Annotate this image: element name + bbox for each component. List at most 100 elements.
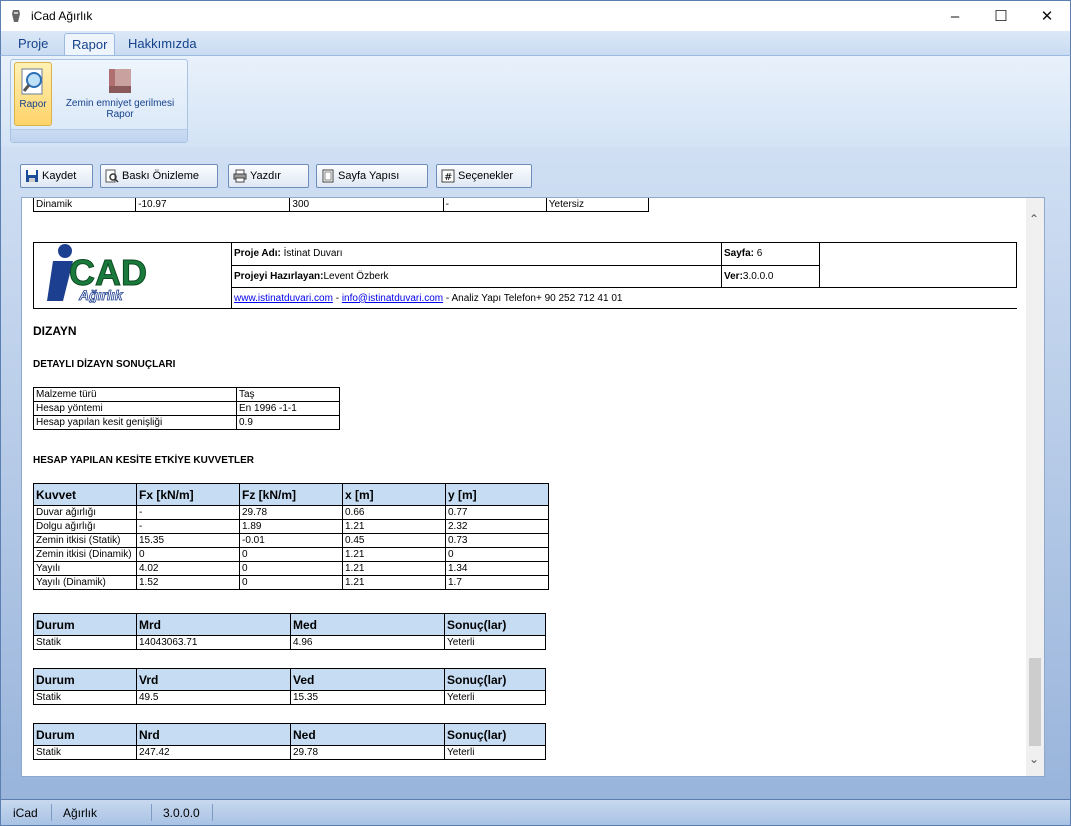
table-cell: Zemin itkisi (Statik): [33, 533, 137, 548]
column-header: Ved: [290, 668, 445, 691]
table-cell: 4.02: [136, 561, 240, 576]
table-cell: -10.97: [135, 198, 291, 212]
ribbon-group-label: [11, 129, 187, 142]
options-icon: #: [441, 169, 455, 183]
table-cell: [819, 241, 1017, 289]
proje-adi-value: İstinat Duvarı: [280, 248, 343, 260]
print-preview-icon: [105, 169, 119, 183]
table-cell: Ver:3.0.0.0: [721, 264, 820, 289]
table-cell: Projeyi Hazırlayan:Levent Özberk: [231, 264, 722, 289]
table-row: Zemin itkisi (Dinamik) 0 0 1.21 0: [33, 547, 549, 562]
table-cell: Yeterli: [444, 745, 546, 760]
scroll-down-icon[interactable]: ⌄: [1029, 752, 1039, 766]
table-cell: Dolgu ağırlığı: [33, 519, 137, 534]
table-row: Statik 49.5 15.35 Yeterli: [33, 690, 546, 705]
table-cell: En 1996 -1-1: [236, 401, 340, 416]
table-cell: 0: [445, 547, 549, 562]
table-row: Yayılı (Dinamik) 1.52 0 1.21 1.7: [33, 575, 549, 590]
tab-rapor[interactable]: Rapor: [64, 33, 116, 55]
scroll-up-icon[interactable]: ⌃: [1029, 212, 1039, 226]
table-cell: 29.78: [239, 505, 343, 520]
table-row: Hesap yöntemi En 1996 -1-1: [33, 401, 340, 416]
table-header-row: Durum Vrd Ved Sonuç(lar): [33, 668, 546, 691]
zemin-rapor-button[interactable]: Zemin emniyet gerilmesi Rapor: [55, 62, 185, 126]
table-row: Hesap yapılan kesit genişliği 0.9: [33, 415, 340, 430]
report-viewer[interactable]: Dinamik -10.97 300 - Yetersiz Proje Adı:…: [21, 197, 1045, 777]
table-row: Dolgu ağırlığı -1.89 1.21 2.32: [33, 519, 549, 534]
table-cell: 29.78: [290, 745, 445, 760]
column-header: Mrd: [136, 613, 291, 636]
sayfa-yapisi-button[interactable]: Sayfa Yapısı: [316, 164, 428, 188]
moment-table: Durum Mrd Med Sonuç(lar) Statik 14043063.…: [33, 613, 546, 650]
secenekler-button[interactable]: # Seçenekler: [436, 164, 532, 188]
contact-sep: -: [332, 292, 342, 304]
column-header: Sonuç(lar): [444, 613, 546, 636]
website-link[interactable]: www.istinatduvari.com: [234, 293, 333, 304]
table-header-row: Durum Nrd Ned Sonuç(lar): [33, 723, 546, 746]
table-cell: Taş: [236, 387, 340, 402]
table-cell: Zemin itkisi (Dinamik): [33, 547, 137, 562]
table-cell: Malzeme türü: [33, 387, 237, 402]
table-row: Yayılı 4.02 0 1.21 1.34: [33, 561, 549, 576]
normal-force-table: Durum Nrd Ned Sonuç(lar) Statik 247.42 29.…: [33, 723, 546, 760]
dizayn-heading: DIZAYN: [33, 324, 77, 338]
vertical-scrollbar[interactable]: ⌃ ⌄: [1026, 198, 1044, 776]
minimize-button[interactable]: –: [932, 1, 978, 31]
report-magnifier-icon: [21, 68, 43, 95]
table-cell: -: [136, 519, 240, 534]
rapor-button[interactable]: Rapor: [14, 62, 52, 126]
printer-icon: [233, 169, 247, 183]
yazdir-button[interactable]: Yazdır: [228, 164, 309, 188]
table-cell: -0.01: [239, 533, 343, 548]
table-cell: 0: [239, 547, 343, 562]
close-button[interactable]: ✕: [1024, 1, 1070, 31]
column-header: Durum: [33, 613, 137, 636]
status-divider: [212, 804, 213, 821]
svg-text:#: #: [444, 172, 452, 183]
status-version: 3.0.0.0: [163, 806, 200, 820]
forces-table: Kuvvet Fx [kN/m] Fz [kN/m] x [m] y [m] D…: [33, 483, 549, 590]
table-cell: 300: [289, 198, 444, 212]
zemin-label-line1: Zemin emniyet gerilmesi: [65, 98, 175, 109]
table-row: Dinamik -10.97 300 - Yetersiz: [32, 198, 650, 212]
table-cell: Yetersiz: [545, 198, 650, 212]
sayfa-label: Sayfa:: [724, 248, 755, 260]
baski-onizleme-button[interactable]: Baskı Önizleme: [100, 164, 218, 188]
table-cell: Yayılı: [33, 561, 137, 576]
table-cell: 1.21: [342, 547, 446, 562]
column-header: y [m]: [445, 483, 549, 506]
table-cell: 0: [239, 575, 343, 590]
ver-value: 3.0.0.0: [742, 271, 774, 283]
ribbon-group-rapor: Rapor Zemin emniyet gerilmesi Rapor: [10, 59, 188, 143]
maximize-button[interactable]: ☐: [978, 1, 1024, 31]
status-divider: [151, 804, 152, 821]
table-cell: 1.7: [445, 575, 549, 590]
table-cell: 15.35: [290, 690, 445, 705]
tab-hakkimizda[interactable]: Hakkımızda: [121, 33, 204, 55]
kaydet-button[interactable]: Kaydet: [20, 164, 93, 188]
table-cell: 4.96: [290, 635, 445, 650]
table-cell: 247.42: [136, 745, 291, 760]
table-row: Proje Adı: İstinat Duvarı Sayfa: 6: [33, 241, 1017, 309]
tab-proje[interactable]: Proje: [11, 33, 55, 55]
column-header: Kuvvet: [33, 483, 137, 506]
contact-cell: www.istinatduvari.com - info@istinatduva…: [231, 287, 1017, 309]
table-cell: 15.35: [136, 533, 240, 548]
table-cell: 0: [136, 547, 240, 562]
table-cell: 49.5: [136, 690, 291, 705]
table-cell: Hesap yöntemi: [33, 401, 237, 416]
prev-page-table: Dinamik -10.97 300 - Yetersiz: [32, 198, 650, 212]
table-cell: 1.89: [239, 519, 343, 534]
table-cell: 1.21: [342, 519, 446, 534]
column-header: Durum: [33, 668, 137, 691]
window-title: iCad Ağırlık: [31, 9, 93, 23]
column-header: Nrd: [136, 723, 291, 746]
status-module: Ağırlık: [63, 806, 98, 820]
ribbon-tabs: Proje Rapor Hakkımızda: [0, 31, 1071, 55]
column-header: Ned: [290, 723, 445, 746]
email-link[interactable]: info@istinatduvari.com: [342, 293, 443, 304]
title-bar: iCad Ağırlık – ☐ ✕: [0, 0, 1071, 31]
table-row: Statik 14043063.71 4.96 Yeterli: [33, 635, 546, 650]
scroll-thumb[interactable]: [1029, 658, 1041, 746]
column-header: Sonuç(lar): [444, 668, 546, 691]
